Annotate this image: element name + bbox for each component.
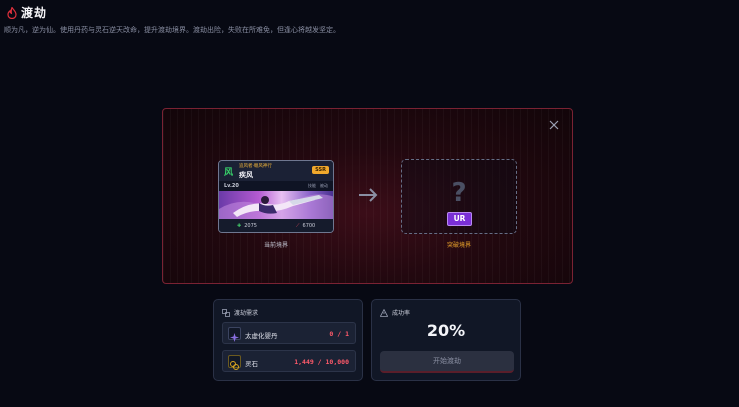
- success-rate-panel: 成功率 20% 开始渡劫: [371, 299, 521, 381]
- attack-value: 6700: [302, 223, 316, 229]
- page-header: 渡劫 顺为凡，逆为仙。使用丹药与灵石逆天改命，提升渡劫境界。渡劫出险，失败在所难…: [4, 4, 340, 35]
- requirement-count: 0 / 1: [329, 330, 349, 338]
- requirement-name: 太虚化婴丹: [245, 332, 278, 340]
- requirements-header: 渡劫需求: [222, 308, 258, 317]
- arrow-right-icon: [359, 188, 378, 202]
- requirement-count: 1,449 / 10,000: [294, 358, 349, 366]
- current-realm-card[interactable]: 风 追风者·翱风神行 疾风 SSR Lv.20 技能 被动 ✚ 2075 ⟋ 6…: [218, 160, 334, 233]
- start-tribulation-button[interactable]: 开始渡劫: [380, 351, 514, 373]
- hp-value: 2075: [244, 223, 257, 229]
- success-rate-title: 成功率: [392, 310, 411, 317]
- spirit-stone-icon: [228, 355, 241, 370]
- card-level: Lv.20: [224, 183, 239, 189]
- card-stats: ✚ 2075 ⟋ 6700: [219, 219, 333, 232]
- element-glyph: 风: [224, 168, 234, 178]
- plus-icon: ✚: [237, 223, 242, 229]
- title-row: 渡劫: [7, 4, 340, 21]
- character-illustration: [219, 194, 333, 219]
- flame-icon: [7, 6, 17, 19]
- card-name: 疾风: [239, 171, 253, 179]
- hp-stat: ✚ 2075: [237, 223, 257, 229]
- tribulation-modal: 风 追风者·翱风神行 疾风 SSR Lv.20 技能 被动 ✚ 2075 ⟋ 6…: [162, 108, 573, 284]
- card-meta: Lv.20 技能 被动: [219, 181, 333, 191]
- requirements-panel: 渡劫需求 太虚化婴丹 0 / 1 灵石 1,449 / 10,000: [213, 299, 363, 381]
- question-mark-icon: ?: [451, 178, 467, 208]
- rarity-badge: UR: [447, 212, 472, 226]
- card-header: 风 追风者·翱风神行 疾风 SSR: [219, 161, 333, 181]
- requirement-name: 灵石: [245, 360, 258, 368]
- success-rate-value: 20%: [426, 321, 466, 340]
- current-realm-caption: 当前境界: [263, 242, 288, 249]
- rank-badge: SSR: [312, 166, 329, 174]
- card-tags: 技能 被动: [308, 183, 328, 189]
- requirement-item[interactable]: 灵石 1,449 / 10,000: [222, 350, 356, 372]
- items-icon: [222, 308, 230, 317]
- sword-icon: ⟋: [296, 223, 300, 229]
- close-icon[interactable]: [549, 120, 559, 130]
- card-artwork: [219, 191, 333, 219]
- card-tag-passive: 被动: [320, 183, 328, 188]
- success-rate-header: 成功率: [380, 308, 410, 317]
- attack-stat: ⟋ 6700: [296, 223, 315, 229]
- requirements-title: 渡劫需求: [234, 310, 259, 317]
- warning-icon: [380, 308, 388, 317]
- target-realm-caption: 突破境界: [446, 242, 471, 249]
- page-subtitle: 顺为凡，逆为仙。使用丹药与灵石逆天改命，提升渡劫境界。渡劫出险，失败在所难免，但…: [4, 26, 340, 34]
- pill-icon: [228, 327, 241, 342]
- card-tag: 追风者·翱风神行: [239, 164, 272, 169]
- target-realm-slot[interactable]: ? UR: [401, 159, 517, 234]
- page-title: 渡劫: [21, 6, 48, 20]
- card-tag-skill: 技能: [308, 183, 316, 188]
- requirement-item[interactable]: 太虚化婴丹 0 / 1: [222, 322, 356, 344]
